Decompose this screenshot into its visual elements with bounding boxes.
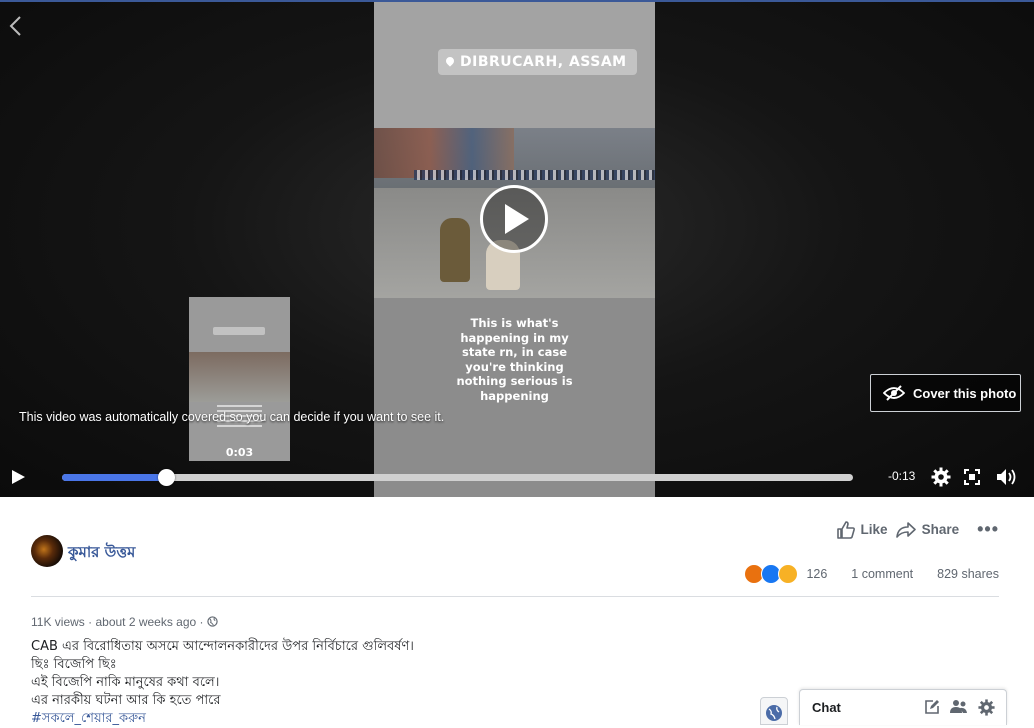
share-icon — [895, 521, 916, 538]
globe-button[interactable] — [760, 697, 788, 725]
more-icon[interactable]: ••• — [977, 519, 999, 540]
post-actions: Like Share ••• — [829, 519, 999, 540]
thumbnail-scene — [189, 352, 290, 402]
gear-icon[interactable] — [978, 699, 995, 716]
haha-reaction-icon — [778, 564, 799, 584]
back-icon[interactable] — [6, 14, 26, 38]
reaction-icons[interactable] — [744, 564, 799, 584]
caption-line: happening — [480, 388, 549, 403]
post-stats: 126 1 comment 829 shares — [744, 564, 999, 584]
share-label: Share — [921, 522, 960, 537]
play-icon[interactable] — [10, 469, 26, 485]
post-body: CAB এর বিরোধিতায় অসমে আন্দোলনকারীদের উপ… — [31, 638, 414, 728]
globe-icon — [766, 705, 782, 721]
contacts-icon[interactable] — [950, 699, 968, 715]
caption-line: happening in my — [460, 330, 569, 345]
progress-handle[interactable] — [157, 469, 175, 486]
caption-line: state rn, in case — [462, 345, 567, 359]
play-button[interactable] — [480, 185, 548, 253]
fullscreen-icon[interactable] — [964, 469, 980, 485]
divider — [31, 596, 999, 597]
like-label: Like — [860, 522, 888, 537]
compose-icon[interactable] — [924, 699, 940, 715]
globe-icon — [207, 616, 218, 627]
covered-notice: This video was automatically covered so … — [19, 410, 445, 424]
preview-thumbnail: 0:03 — [189, 297, 290, 461]
video-player[interactable]: DIBRUCARH, ASSAM This is what's happenin… — [0, 2, 1034, 497]
scene-figure — [440, 218, 470, 282]
cover-photo-label: Cover this photo — [913, 385, 1017, 401]
time-remaining: -0:13 — [888, 469, 916, 483]
chat-label[interactable]: Chat — [812, 700, 841, 715]
progress-fill — [62, 474, 166, 481]
like-icon — [836, 520, 855, 539]
post-body-line: এর নারকীয় ঘটনা আর কি হতে পারে — [31, 693, 221, 708]
comment-count[interactable]: 1 comment — [851, 567, 913, 581]
author-name[interactable]: কুমার উত্তম — [68, 541, 135, 566]
video-controls: -0:13 — [0, 462, 1034, 492]
caption-line: nothing serious is — [456, 374, 573, 388]
volume-icon[interactable] — [996, 467, 1018, 487]
location-tag-text: DIBRUCARH, ASSAM — [460, 54, 627, 70]
avatar[interactable] — [31, 535, 63, 567]
video-caption: This is what's happening in my state rn,… — [374, 316, 655, 403]
play-icon — [505, 204, 529, 234]
post-meta-text: 11K views · about 2 weeks ago · — [31, 615, 204, 629]
location-pin-icon — [444, 55, 456, 67]
post-body-line: CAB এর বিরোধিতায় অসমে আন্দোলনকারীদের উপ… — [31, 639, 414, 654]
caption-line: you're thinking — [465, 359, 564, 374]
cover-photo-button[interactable]: Cover this photo — [870, 374, 1021, 412]
post-hashtag[interactable]: #সকলে_শেয়ার_করুন — [31, 710, 414, 728]
share-button[interactable]: Share — [895, 521, 960, 538]
eye-slash-icon — [883, 385, 905, 401]
thumbnail-time: 0:03 — [225, 446, 254, 459]
like-button[interactable]: Like — [836, 520, 888, 539]
thumbnail-location-tag — [213, 327, 265, 335]
scene-crowd — [414, 170, 655, 180]
progress-bar[interactable] — [62, 469, 853, 486]
settings-icon[interactable] — [931, 467, 951, 487]
share-count[interactable]: 829 shares — [937, 567, 999, 581]
post-body-line: এই বিজেপি নাকি মানুষের কথা বলে। — [31, 675, 220, 690]
reaction-count[interactable]: 126 — [806, 567, 827, 581]
caption-line: This is what's — [470, 316, 559, 330]
post-body-line: ছিঃ বিজেপি ছিঃ — [31, 657, 117, 672]
post-meta: 11K views · about 2 weeks ago · — [31, 615, 218, 629]
location-tag: DIBRUCARH, ASSAM — [438, 49, 637, 75]
chat-bar[interactable]: Chat — [799, 689, 1007, 725]
